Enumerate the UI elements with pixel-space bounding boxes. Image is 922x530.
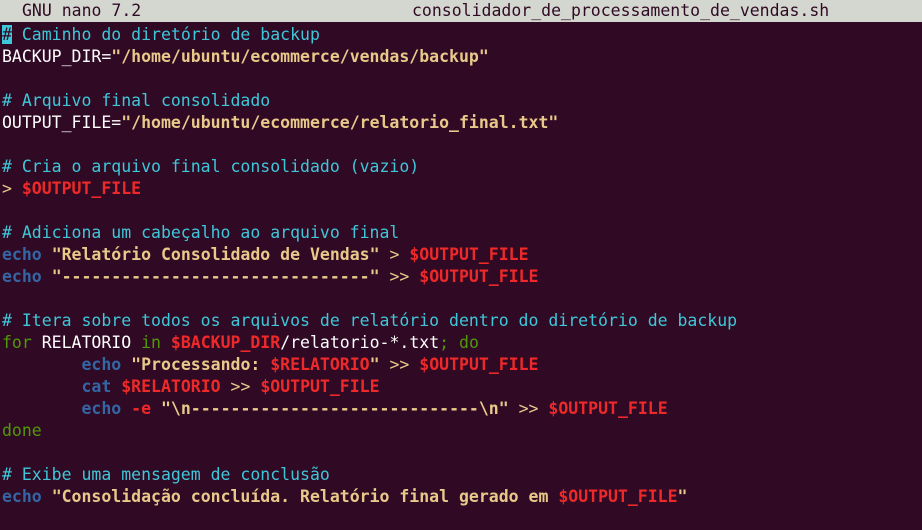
code-token: $RELATORIO [270, 355, 370, 374]
code-token: # Itera sobre todos os arquivos de relat… [2, 311, 738, 330]
code-line[interactable]: # Cria o arquivo final consolidado (vazi… [2, 156, 922, 178]
code-token: > [2, 179, 22, 198]
code-token: BACKUP_DIR= [2, 47, 112, 66]
code-token: ; do [439, 333, 479, 352]
code-token: echo [81, 399, 122, 418]
text-cursor: # [2, 25, 12, 44]
code-token: echo [2, 487, 42, 506]
code-token: > [379, 245, 410, 264]
code-token: $OUTPUT_FILE [21, 179, 142, 198]
code-token: " [369, 355, 380, 374]
code-line[interactable]: # Adiciona um cabeçalho ao arquivo final [2, 222, 922, 244]
code-line[interactable]: # Arquivo final consolidado [2, 90, 922, 112]
code-token: echo [2, 245, 42, 264]
code-line[interactable]: OUTPUT_FILE="/home/ubuntu/ecommerce/rela… [2, 112, 922, 134]
app-name: GNU nano 7.2 [22, 1, 142, 20]
code-line[interactable]: # Itera sobre todos os arquivos de relat… [2, 310, 922, 332]
code-line[interactable] [2, 200, 922, 222]
code-token: $OUTPUT_FILE [419, 355, 539, 374]
code-token: for [2, 333, 32, 352]
code-line[interactable]: echo -e "\n-----------------------------… [2, 398, 922, 420]
code-token: >> [379, 355, 420, 374]
code-token: "\n-----------------------------\n" [160, 399, 509, 418]
code-line[interactable] [2, 442, 922, 464]
code-token: # Cria o arquivo final consolidado (vazi… [2, 157, 420, 176]
code-token: # Adiciona um cabeçalho ao arquivo final [2, 223, 400, 242]
code-token: $OUTPUT_FILE [409, 245, 529, 264]
code-token: echo [81, 355, 122, 374]
code-token: in [141, 333, 161, 352]
code-line[interactable]: for RELATORIO in $BACKUP_DIR/relatorio-*… [2, 332, 922, 354]
code-token: $OUTPUT_FILE [558, 487, 678, 506]
code-token: OUTPUT_FILE= [2, 113, 122, 132]
code-token: "/home/ubuntu/ecommerce/relatorio_final.… [121, 113, 559, 132]
code-token: "Processando: [131, 355, 271, 374]
code-line[interactable] [2, 134, 922, 156]
nano-title-bar: GNU nano 7.2 consolidador_de_processamen… [0, 0, 922, 22]
code-token: /relatorio-*.txt [280, 333, 440, 352]
code-token: "Relatório Consolidado de Vendas" [51, 245, 380, 264]
code-token: >> [220, 377, 261, 396]
code-token: # Arquivo final consolidado [2, 91, 271, 110]
code-token: RELATORIO [31, 333, 142, 352]
file-name: consolidador_de_processamento_de_vendas.… [412, 1, 830, 20]
code-token: $OUTPUT_FILE [260, 377, 380, 396]
code-token: $OUTPUT_FILE [548, 399, 668, 418]
code-line[interactable]: # Caminho do diretório de backup [2, 24, 922, 46]
code-token: Caminho do diretório de backup [11, 25, 320, 44]
code-token: # Exibe uma mensagem de conclusão [2, 465, 330, 484]
code-line[interactable]: echo "-------------------------------" >… [2, 266, 922, 288]
code-token: "/home/ubuntu/ecommerce/vendas/backup" [111, 47, 489, 66]
code-token: cat [81, 377, 112, 396]
code-token: -e [131, 399, 152, 418]
code-line[interactable]: done [2, 420, 922, 442]
code-line[interactable]: cat $RELATORIO >> $OUTPUT_FILE [2, 376, 922, 398]
code-line[interactable]: > $OUTPUT_FILE [2, 178, 922, 200]
code-token: done [2, 421, 42, 440]
code-line[interactable] [2, 68, 922, 90]
code-token: "Consolidação concluída. Relatório final… [51, 487, 559, 506]
code-token: "-------------------------------" [51, 267, 380, 286]
code-line[interactable] [2, 288, 922, 310]
code-token: " [677, 487, 688, 506]
code-line[interactable]: echo "Processando: $RELATORIO" >> $OUTPU… [2, 354, 922, 376]
code-token: $BACKUP_DIR [170, 333, 281, 352]
code-line[interactable]: echo "Consolidação concluída. Relatório … [2, 486, 922, 508]
code-token: echo [2, 267, 42, 286]
code-token: $OUTPUT_FILE [419, 267, 539, 286]
code-token: >> [379, 267, 420, 286]
editor-area[interactable]: # Caminho do diretório de backup BACKUP_D… [2, 24, 922, 508]
code-token: >> [508, 399, 549, 418]
code-line[interactable]: # Exibe uma mensagem de conclusão [2, 464, 922, 486]
code-token: $RELATORIO [121, 377, 221, 396]
code-line[interactable]: BACKUP_DIR="/home/ubuntu/ecommerce/venda… [2, 46, 922, 68]
code-line[interactable]: echo "Relatório Consolidado de Vendas" >… [2, 244, 922, 266]
